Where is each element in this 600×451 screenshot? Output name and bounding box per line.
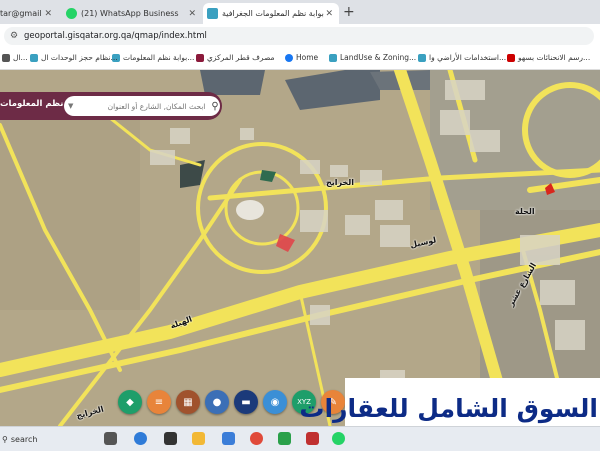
bookmark-item[interactable]: رسم الانحنائات بسهو... (507, 53, 590, 62)
edge-icon[interactable] (134, 432, 147, 445)
search-icon[interactable]: ⚲ (211, 101, 218, 112)
monitor-icon[interactable]: ▬ (234, 390, 258, 414)
tab-label: بوابة نظم المعلومات الجغرافية (222, 9, 324, 18)
bookmark-label: بوابة نظم المعلومات... (123, 53, 195, 62)
search-input[interactable] (73, 100, 208, 112)
plus-icon[interactable]: + (343, 4, 355, 20)
browser-toolbar: ⚙ geoportal.gisqatar.org.qa/qmap/index.h… (0, 24, 600, 48)
bookmark-icon (2, 53, 10, 62)
bookmark-item[interactable]: مصرف قطر المركزي (196, 53, 275, 62)
bookmark-label: ال... (13, 53, 28, 62)
location-icon[interactable]: ◉ (263, 390, 287, 414)
bookmark-item[interactable]: بوابة نظم المعلومات... (112, 53, 194, 62)
geoportal-icon (418, 53, 426, 62)
facebook-icon (285, 53, 293, 62)
chrome-icon[interactable] (250, 432, 263, 445)
whatsapp-icon (66, 8, 77, 19)
close-icon[interactable]: ✕ (188, 9, 196, 19)
map-label: الحلة (515, 207, 535, 216)
bookmark-item[interactable]: نظام حجز الوحدات ال... (30, 53, 118, 62)
bookmark-label: LandUse & Zoning... (340, 53, 417, 62)
bookmark-item[interactable]: ال... (2, 53, 28, 62)
taskbar-search[interactable]: ⚲ search (0, 431, 92, 447)
url-text: geoportal.gisqatar.org.qa/qmap/index.htm… (24, 31, 207, 41)
tab-strip: tar@gmail ✕ (21) WhatsApp Business ✕ بوا… (0, 0, 600, 24)
taskbar: ⚲ search (0, 426, 600, 451)
tab-geoportal[interactable]: بوابة نظم المعلومات الجغرافية ✕ (203, 3, 339, 24)
site-info-icon[interactable]: ⚙ (10, 31, 20, 41)
bookmark-label: نظام حجز الوحدات ال... (41, 53, 118, 62)
whatsapp-icon[interactable] (332, 432, 345, 445)
store-icon[interactable] (164, 432, 177, 445)
address-bar[interactable]: ⚙ geoportal.gisqatar.org.qa/qmap/index.h… (4, 27, 594, 45)
app-icon[interactable] (278, 432, 291, 445)
bookmark-item[interactable]: Home (285, 53, 318, 62)
bookmark-item[interactable]: استخدامات الأراضي وا... (418, 53, 506, 62)
tab-label: (21) WhatsApp Business (81, 9, 179, 18)
layers-icon[interactable]: ◆ (118, 390, 142, 414)
close-icon[interactable]: ✕ (44, 9, 52, 19)
folder-icon[interactable] (192, 432, 205, 445)
magnify-icon[interactable]: ● (205, 390, 229, 414)
bookmark-label: مصرف قطر المركزي (207, 53, 275, 62)
satellite-map (0, 70, 600, 426)
search-bar[interactable]: ▼ ⚲ (64, 96, 220, 116)
mail-icon[interactable] (222, 432, 235, 445)
bank-icon (196, 53, 204, 62)
bookmark-label: رسم الانحنائات بسهو... (518, 53, 591, 62)
geoportal-icon (207, 8, 218, 19)
youtube-icon (507, 53, 515, 62)
grid-icon[interactable]: ▦ (176, 390, 200, 414)
geoportal-icon (329, 53, 337, 62)
tab-gmail[interactable]: tar@gmail ✕ (0, 3, 58, 24)
search-icon: ⚲ (2, 434, 8, 444)
banner-text: السوق الشامل للعقارات (299, 393, 598, 423)
map-label: الخرايج (326, 178, 354, 187)
task-view-icon[interactable] (104, 432, 117, 445)
map-view[interactable]: الخرايج لوسيل الحلة الشارع عشر الهبلة ال… (0, 70, 600, 426)
app-icon[interactable] (306, 432, 319, 445)
bookmark-item[interactable]: LandUse & Zoning... (329, 53, 416, 62)
taskbar-search-label: search (10, 434, 38, 444)
geoportal-icon (30, 53, 38, 62)
bookmark-label: استخدامات الأراضي وا... (429, 53, 507, 62)
close-icon[interactable]: ✕ (325, 9, 333, 19)
bookmark-label: Home (296, 53, 319, 62)
bookmarks-bar: رسم الانحنائات بسهو... استخدامات الأراضي… (0, 48, 600, 70)
tab-label: tar@gmail (0, 9, 42, 18)
tab-whatsapp[interactable]: (21) WhatsApp Business ✕ (62, 3, 202, 24)
list-icon[interactable]: ≡ (147, 390, 171, 414)
